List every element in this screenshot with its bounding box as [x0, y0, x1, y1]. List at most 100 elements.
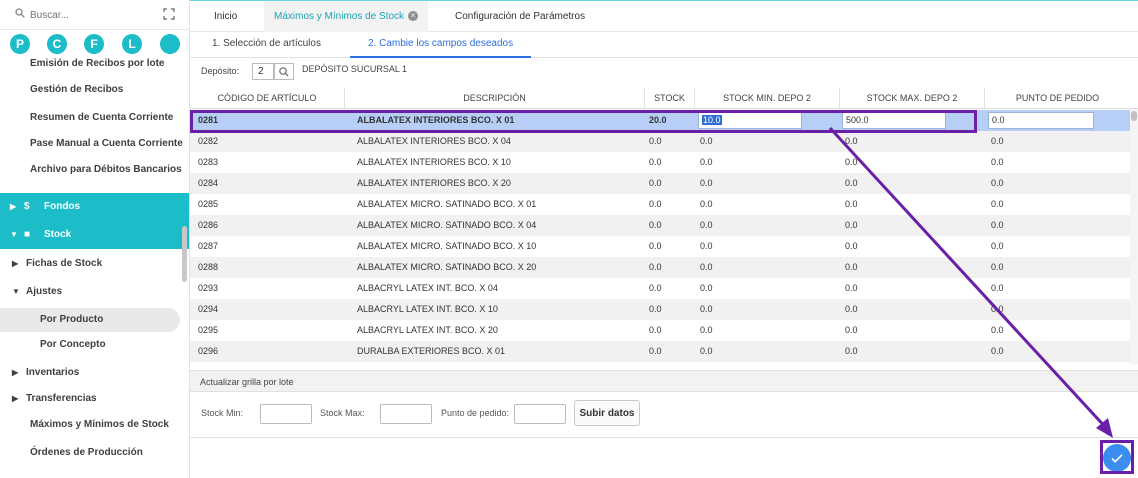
cell-stock-max[interactable]: 0.0: [845, 194, 975, 215]
module-p-button[interactable]: P: [10, 34, 30, 54]
grid-scrollbar-thumb[interactable]: [1131, 111, 1137, 121]
column-header-descripcion[interactable]: DESCRIPCIÓN: [345, 88, 645, 109]
cell-descripcion[interactable]: ALBALATEX INTERIORES BCO. X 20: [357, 173, 642, 194]
cell-stock-min[interactable]: 0.0: [700, 257, 830, 278]
column-header-stock[interactable]: STOCK: [645, 88, 695, 109]
cell-stock-max[interactable]: 0.0: [845, 278, 975, 299]
expand-icon[interactable]: [163, 8, 175, 20]
cell-stock-max[interactable]: 0.0: [845, 131, 975, 152]
cell-stock-min[interactable]: 0.0: [700, 173, 830, 194]
module-f-button[interactable]: F: [84, 34, 104, 54]
sidebar-item-inventarios[interactable]: ▶ Inventarios: [0, 367, 189, 378]
cell-punto-pedido[interactable]: 0.0: [991, 320, 1121, 341]
cell-codigo[interactable]: 0284: [198, 173, 338, 194]
sidebar-item-ajustes[interactable]: ▼ Ajustes: [0, 286, 189, 297]
cell-punto-pedido[interactable]: 0.0: [991, 236, 1121, 257]
table-row[interactable]: 0286 ALBALATEX MICRO. SATINADO BCO. X 04 0…: [190, 215, 1130, 236]
cell-stock[interactable]: 0.0: [649, 152, 693, 173]
cell-stock[interactable]: 0.0: [649, 278, 693, 299]
cell-stock-min[interactable]: 0.0: [700, 152, 830, 173]
batch-pp-input[interactable]: [514, 404, 566, 424]
module-blank-button[interactable]: [160, 34, 180, 54]
tab-maximos-minimos[interactable]: Máximos y Mínimos de Stock ×: [264, 1, 429, 32]
cell-codigo[interactable]: 0287: [198, 236, 338, 257]
cell-punto-pedido[interactable]: 0.0: [991, 257, 1121, 278]
search-input[interactable]: [30, 7, 150, 23]
sidebar-item-emision-recibos[interactable]: Emisión de Recibos por lote: [0, 58, 189, 69]
grid-scrollbar[interactable]: [1130, 109, 1138, 364]
step-tab-seleccion[interactable]: 1. Selección de artículos: [212, 32, 321, 58]
sidebar-item-ordenes-produccion[interactable]: Órdenes de Producción: [0, 447, 189, 458]
cell-punto-pedido[interactable]: 0.0: [991, 131, 1121, 152]
cell-descripcion[interactable]: ALBACRYL LATEX INT. BCO. X 10: [357, 299, 642, 320]
column-header-stock-min[interactable]: STOCK MIN. DEPO 2: [695, 88, 840, 109]
cell-stock-min[interactable]: 0.0: [700, 278, 830, 299]
deposito-search-button[interactable]: [274, 63, 294, 80]
sidebar-item-pase-manual[interactable]: Pase Manual a Cuenta Corriente: [0, 138, 189, 149]
sidebar-item-resumen-cuenta[interactable]: Resumen de Cuenta Corriente: [0, 112, 189, 123]
table-row[interactable]: 0296 DURALBA EXTERIORES BCO. X 01 0.0 0.0 0.…: [190, 341, 1130, 362]
table-row[interactable]: 0287 ALBALATEX MICRO. SATINADO BCO. X 10 0…: [190, 236, 1130, 257]
cell-codigo[interactable]: 0295: [198, 320, 338, 341]
table-row[interactable]: 0284 ALBALATEX INTERIORES BCO. X 20 0.0 0.0…: [190, 173, 1130, 194]
cell-stock-max[interactable]: 0.0: [845, 257, 975, 278]
cell-stock-max[interactable]: 0.0: [845, 341, 975, 362]
cell-punto-pedido[interactable]: 0.0: [991, 278, 1121, 299]
tab-configuracion[interactable]: Configuración de Parámetros: [455, 1, 585, 32]
cell-stock-min[interactable]: 0.0: [700, 341, 830, 362]
batch-min-input[interactable]: [260, 404, 312, 424]
cell-codigo[interactable]: 0296: [198, 341, 338, 362]
cell-stock[interactable]: 0.0: [649, 320, 693, 341]
column-header-stock-max[interactable]: STOCK MAX. DEPO 2: [840, 88, 985, 109]
cell-stock[interactable]: 0.0: [649, 194, 693, 215]
subir-datos-button[interactable]: Subir datos: [574, 400, 640, 426]
cell-codigo[interactable]: 0286: [198, 215, 338, 236]
cell-stock-min[interactable]: 0.0: [700, 320, 830, 341]
cell-codigo[interactable]: 0282: [198, 131, 338, 152]
cell-descripcion[interactable]: ALBALATEX MICRO. SATINADO BCO. X 01: [357, 194, 642, 215]
cell-punto-pedido[interactable]: 0.0: [991, 194, 1121, 215]
cell-descripcion[interactable]: ALBALATEX INTERIORES BCO. X 10: [357, 152, 642, 173]
column-header-punto-pedido[interactable]: PUNTO DE PEDIDO: [985, 88, 1130, 109]
cell-stock-max[interactable]: 0.0: [845, 152, 975, 173]
cell-stock[interactable]: 0.0: [649, 215, 693, 236]
sidebar-item-archivo-debitos[interactable]: Archivo para Débitos Bancarios: [0, 164, 189, 175]
cell-descripcion[interactable]: ALBALATEX MICRO. SATINADO BCO. X 20: [357, 257, 642, 278]
table-row[interactable]: 0293 ALBACRYL LATEX INT. BCO. X 04 0.0 0.0 0…: [190, 278, 1130, 299]
table-row[interactable]: 0285 ALBALATEX MICRO. SATINADO BCO. X 01 0…: [190, 194, 1130, 215]
cell-descripcion[interactable]: ALBALATEX MICRO. SATINADO BCO. X 04: [357, 215, 642, 236]
cell-punto-pedido[interactable]: 0.0: [991, 341, 1121, 362]
deposito-code-input[interactable]: 2: [252, 63, 274, 80]
cell-stock-max[interactable]: 0.0: [845, 215, 975, 236]
cell-stock[interactable]: 0.0: [649, 236, 693, 257]
sidebar-item-por-concepto[interactable]: Por Concepto: [0, 339, 189, 350]
sidebar-item-fondos[interactable]: ▶ $ Fondos: [0, 193, 189, 221]
step-tab-cambie[interactable]: 2. Cambie los campos deseados: [350, 32, 532, 58]
cell-descripcion[interactable]: ALBALATEX MICRO. SATINADO BCO. X 10: [357, 236, 642, 257]
cell-codigo[interactable]: 0283: [198, 152, 338, 173]
tab-inicio[interactable]: Inicio: [214, 1, 237, 32]
punto-pedido-input[interactable]: 0.0: [988, 112, 1094, 129]
cell-codigo[interactable]: 0285: [198, 194, 338, 215]
batch-max-input[interactable]: [380, 404, 432, 424]
table-row[interactable]: 0288 ALBALATEX MICRO. SATINADO BCO. X 20 0…: [190, 257, 1130, 278]
cell-punto-pedido[interactable]: 0.0: [991, 173, 1121, 194]
cell-stock[interactable]: 0.0: [649, 131, 693, 152]
cell-codigo[interactable]: 0294: [198, 299, 338, 320]
cell-codigo[interactable]: 0293: [198, 278, 338, 299]
cell-stock-max[interactable]: 0.0: [845, 236, 975, 257]
table-row[interactable]: 0294 ALBACRYL LATEX INT. BCO. X 10 0.0 0.0 0…: [190, 299, 1130, 320]
cell-stock-max[interactable]: 0.0: [845, 320, 975, 341]
cell-stock[interactable]: 0.0: [649, 173, 693, 194]
sidebar-item-transferencias[interactable]: ▶ Transferencias: [0, 393, 189, 404]
cell-codigo[interactable]: 0288: [198, 257, 338, 278]
cell-stock-max[interactable]: 0.0: [845, 299, 975, 320]
module-l-button[interactable]: L: [122, 34, 142, 54]
cell-stock-max[interactable]: 0.0: [845, 173, 975, 194]
cell-stock[interactable]: 0.0: [649, 341, 693, 362]
cell-stock-min[interactable]: 0.0: [700, 194, 830, 215]
sidebar-item-stock[interactable]: ▼ ■ Stock: [0, 221, 189, 249]
sidebar-item-fichas-stock[interactable]: ▶ Fichas de Stock: [0, 258, 189, 269]
sidebar-item-por-producto[interactable]: Por Producto: [0, 308, 180, 332]
table-row[interactable]: 0295 ALBACRYL LATEX INT. BCO. X 20 0.0 0.0 0…: [190, 320, 1130, 341]
